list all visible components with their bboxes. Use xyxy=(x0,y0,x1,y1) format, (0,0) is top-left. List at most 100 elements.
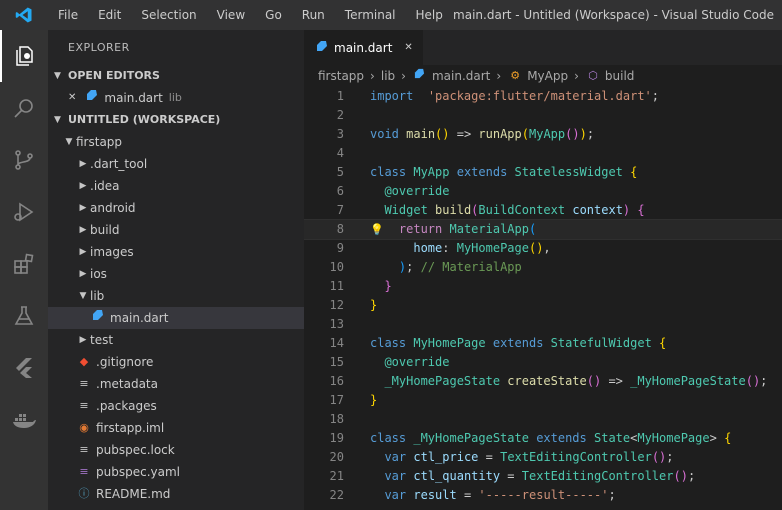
code-line[interactable]: 9 home: MyHomePage(), xyxy=(304,239,782,258)
menu-edit[interactable]: Edit xyxy=(88,0,131,30)
tree-item[interactable]: ▶ .dart_tool xyxy=(48,153,304,175)
menu-help[interactable]: Help xyxy=(406,0,453,30)
code-line[interactable]: 8 return MaterialApp(💡 xyxy=(304,219,782,240)
menu-selection[interactable]: Selection xyxy=(131,0,206,30)
title-bar: File Edit Selection View Go Run Terminal Help m… xyxy=(0,0,782,30)
line-number: 10 xyxy=(329,260,344,274)
code-line[interactable]: 7 Widget build(BuildContext context) { xyxy=(304,201,782,220)
code-line[interactable]: 22 var result = '-----result-----'; xyxy=(304,486,782,505)
tree-item[interactable]: ◉ firstapp.iml xyxy=(48,417,304,439)
code-token: } xyxy=(370,298,378,312)
code-line[interactable]: 11 } xyxy=(304,277,782,296)
code-line[interactable]: 20 var ctl_price = TextEditingController… xyxy=(304,448,782,467)
close-icon[interactable]: ✕ xyxy=(404,42,412,53)
menu-go[interactable]: Go xyxy=(255,0,292,30)
search-icon[interactable] xyxy=(0,82,48,134)
code-line[interactable]: 16 _MyHomePageState createState() => _My… xyxy=(304,372,782,391)
code-line[interactable]: 19 class _MyHomePageState extends State<M… xyxy=(304,429,782,448)
tree-item[interactable]: ⓘ README.md xyxy=(48,483,304,505)
tree-item[interactable]: ▶ images xyxy=(48,241,304,263)
tab-main-dart[interactable]: main.dart ✕ xyxy=(304,30,423,65)
chevron-right-icon: ▶ xyxy=(79,159,87,169)
flutter-icon[interactable] xyxy=(0,342,48,394)
code-line[interactable]: 17} xyxy=(304,391,782,410)
tree-item[interactable]: ▶ android xyxy=(48,197,304,219)
code-line[interactable]: 1 import 'package:flutter/material.dart'; xyxy=(304,87,782,106)
code-token: class xyxy=(370,336,407,350)
code-line[interactable]: 18 xyxy=(304,410,782,429)
menu-file[interactable]: File xyxy=(48,0,88,30)
code-token: ctl_price xyxy=(413,450,479,464)
code-token: () xyxy=(565,127,580,141)
run-debug-icon[interactable] xyxy=(0,186,48,238)
breadcrumb: firstapp › lib › main.dart › ⚙ MyApp › ⬡ build xyxy=(304,65,782,87)
code-editor[interactable]: 1 import 'package:flutter/material.dart';… xyxy=(304,87,782,505)
code-line[interactable]: 2 xyxy=(304,106,782,125)
code-token: extends xyxy=(536,431,587,445)
file-icon: ≡ xyxy=(79,443,89,456)
chevron-right-icon: › xyxy=(401,69,406,83)
code-token: ; xyxy=(608,488,616,502)
code-token: extends xyxy=(456,165,508,179)
tree-item[interactable]: ≡ pubspec.lock xyxy=(48,439,304,461)
tree-item[interactable]: ≡ .metadata xyxy=(48,373,304,395)
line-number: 17 xyxy=(329,393,344,407)
open-editors-header[interactable]: ▼ OPEN EDITORS xyxy=(48,65,304,87)
code-line[interactable]: 14 class MyHomePage extends StatefulWidge… xyxy=(304,334,782,353)
code-line[interactable]: 3 void main() => runApp(MyApp()); xyxy=(304,125,782,144)
tree-item[interactable]: ◆ .gitignore xyxy=(48,351,304,373)
lightbulb-icon[interactable]: 💡 xyxy=(370,220,384,239)
code-token: // MaterialApp xyxy=(413,260,522,274)
close-icon[interactable]: ✕ xyxy=(68,87,76,109)
code-token: result xyxy=(413,488,457,502)
tree-item[interactable]: ▼ firstapp xyxy=(48,131,304,153)
tree-item[interactable]: ▶ ios xyxy=(48,263,304,285)
tree-item[interactable]: ▶ test xyxy=(48,329,304,351)
code-token: } xyxy=(384,279,392,293)
code-token: ctl_quantity xyxy=(413,469,501,483)
breadcrumb-item[interactable]: build xyxy=(605,65,635,87)
tree-item[interactable]: ▶ build xyxy=(48,219,304,241)
tree-item[interactable]: ▶ .idea xyxy=(48,175,304,197)
source-control-icon[interactable] xyxy=(0,134,48,186)
workspace-header[interactable]: ▼ UNTITLED (WORKSPACE) xyxy=(48,109,304,131)
tree-item[interactable]: ≡ pubspec.yaml xyxy=(48,461,304,483)
code-line[interactable]: 21 var ctl_quantity = TextEditingControl… xyxy=(304,467,782,486)
code-line[interactable]: 10 ); // MaterialApp xyxy=(304,258,782,277)
chevron-right-icon: › xyxy=(574,69,579,83)
tree-item[interactable]: ≡ .packages xyxy=(48,395,304,417)
tree-item-label: test xyxy=(90,333,114,347)
code-line[interactable]: 15 @override xyxy=(304,353,782,372)
menu-run[interactable]: Run xyxy=(292,0,335,30)
code-line[interactable]: 6 @override xyxy=(304,182,782,201)
testing-icon[interactable] xyxy=(0,290,48,342)
open-editor-item[interactable]: ✕ main.dart lib xyxy=(48,87,304,109)
code-line[interactable]: 12} xyxy=(304,296,782,315)
extensions-icon[interactable] xyxy=(0,238,48,290)
breadcrumb-item[interactable]: main.dart xyxy=(432,65,490,87)
code-line[interactable]: 4 xyxy=(304,144,782,163)
line-number: 16 xyxy=(329,374,344,388)
line-number: 2 xyxy=(336,108,344,122)
tree-item-label: .metadata xyxy=(96,377,158,391)
code-line[interactable]: 5 class MyApp extends StatelessWidget { xyxy=(304,163,782,182)
line-number: 11 xyxy=(329,279,344,293)
explorer-icon[interactable] xyxy=(0,30,48,82)
menu-terminal[interactable]: Terminal xyxy=(335,0,406,30)
breadcrumb-item[interactable]: lib xyxy=(381,65,395,87)
code-token: ( xyxy=(521,127,529,141)
code-line[interactable]: 13 xyxy=(304,315,782,334)
breadcrumb-item[interactable]: firstapp xyxy=(318,65,364,87)
tree-item[interactable]: main.dart xyxy=(48,307,304,329)
code-token: ; xyxy=(760,374,768,388)
code-text: class MyHomePage extends StatefulWidget … xyxy=(370,334,666,353)
breadcrumb-item[interactable]: MyApp xyxy=(527,65,568,87)
docker-icon[interactable] xyxy=(0,394,48,446)
menu-view[interactable]: View xyxy=(207,0,255,30)
tree-item[interactable]: ▼ lib xyxy=(48,285,304,307)
code-token: ; xyxy=(666,450,674,464)
